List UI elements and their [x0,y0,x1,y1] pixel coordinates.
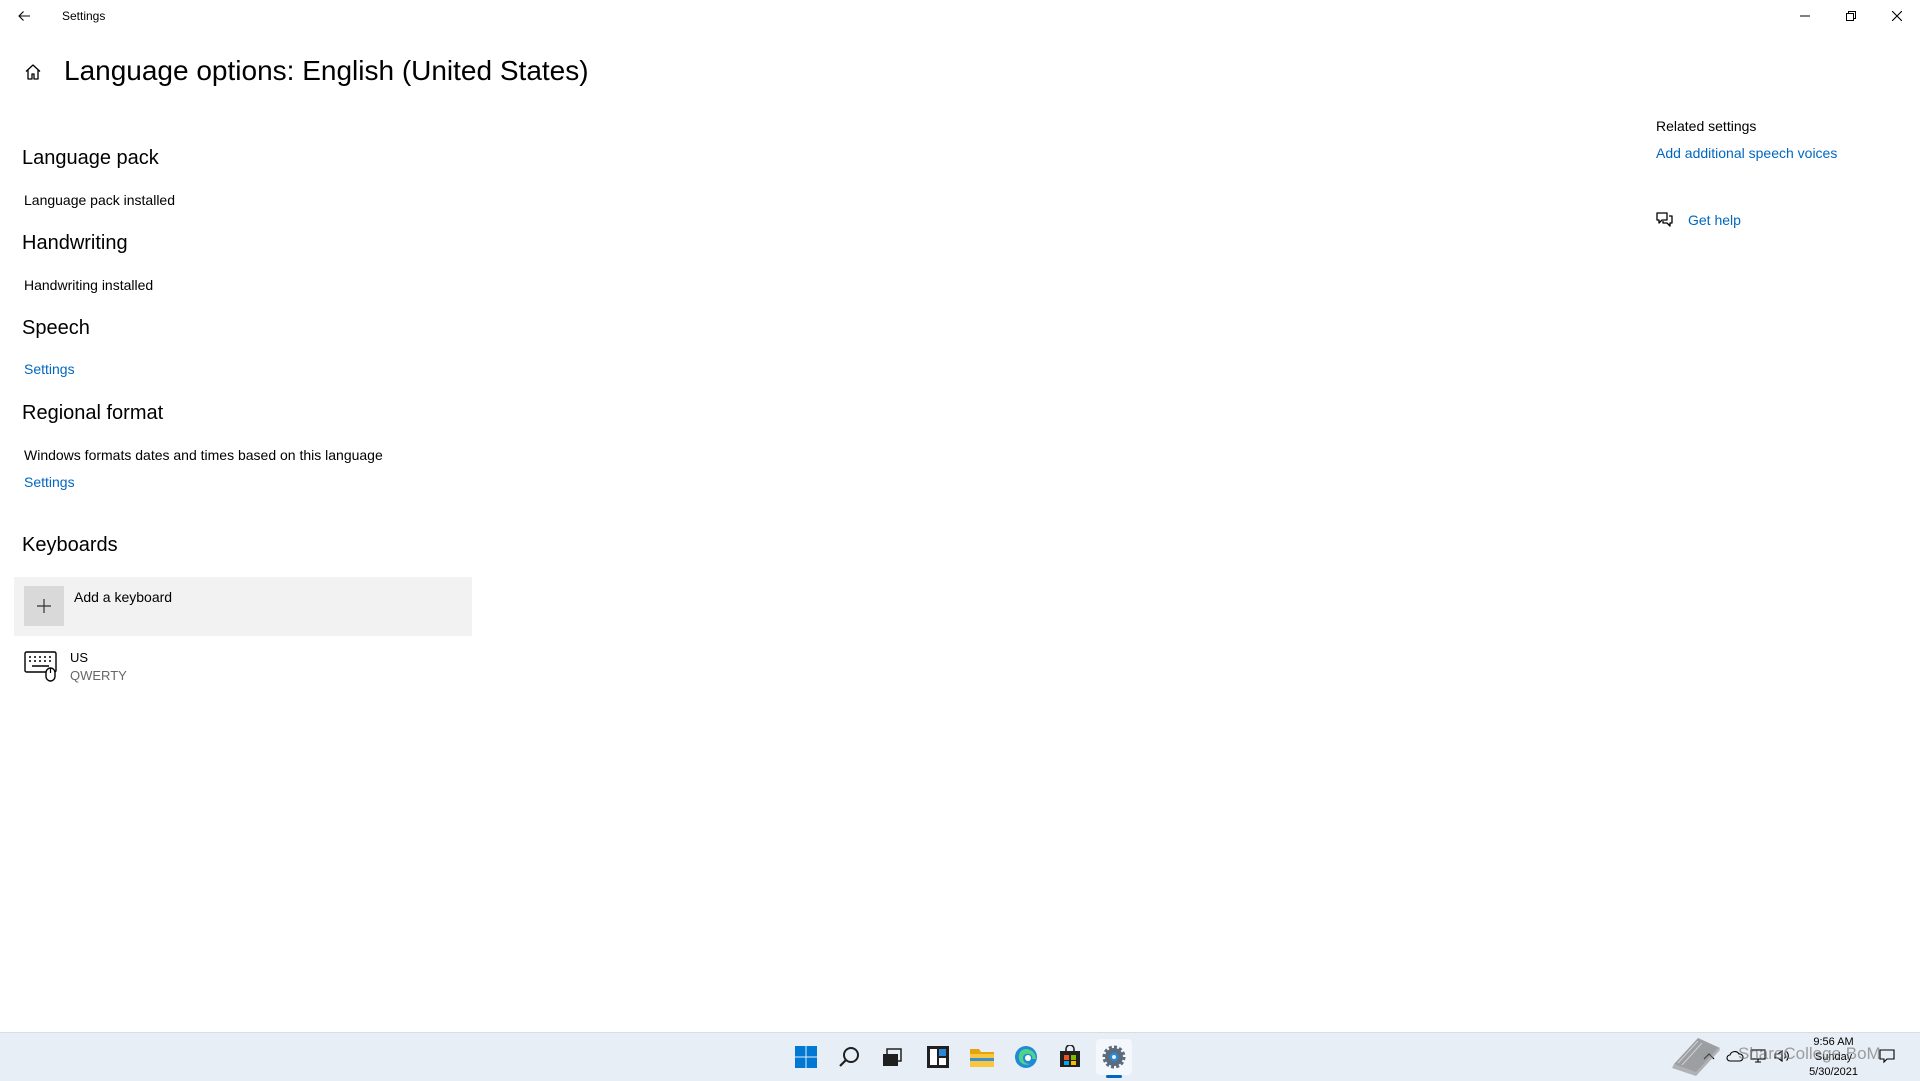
close-icon [1892,11,1902,21]
window-title: Settings [62,9,106,23]
search-icon[interactable] [832,1039,868,1075]
home-icon [25,64,41,80]
regional-format-description: Windows formats dates and times based on… [24,447,383,463]
keyboard-name: US [70,650,89,665]
widgets-icon[interactable] [920,1039,956,1075]
close-button[interactable] [1874,0,1920,32]
add-speech-voices-link[interactable]: Add additional speech voices [1656,145,1837,161]
taskbar [0,1032,1920,1081]
restore-icon [1846,11,1856,21]
start-icon[interactable] [788,1039,824,1075]
home-button[interactable] [18,57,48,87]
plus-icon [24,586,64,626]
handwriting-heading: Handwriting [22,232,128,254]
back-button[interactable] [8,0,40,32]
speech-settings-link[interactable]: Settings [24,361,75,377]
edge-icon[interactable] [1008,1039,1044,1075]
keyboards-heading: Keyboards [22,534,118,556]
restore-button[interactable] [1828,0,1874,32]
page-title: Language options: English (United States… [64,55,589,86]
regional-format-settings-link[interactable]: Settings [24,474,75,490]
handwriting-status: Handwriting installed [24,277,154,293]
add-keyboard-label: Add a keyboard [74,589,173,605]
store-icon[interactable] [1052,1039,1088,1075]
title-bar: Settings [0,0,1920,32]
settings-icon[interactable] [1096,1039,1132,1075]
keyboard-list-item[interactable]: US QWERTY [14,646,472,690]
get-help-icon [1656,212,1673,227]
task-view-icon[interactable] [874,1039,910,1075]
watermark-text: ShareCollege BoM [1738,1044,1881,1063]
keyboard-icon [24,651,57,682]
back-arrow-icon [18,11,30,21]
get-help-link[interactable]: Get help [1688,212,1741,228]
language-pack-heading: Language pack [22,147,159,169]
active-app-indicator [1106,1075,1122,1078]
keyboard-layout: QWERTY [70,668,127,683]
language-pack-status: Language pack installed [24,192,176,208]
speech-heading: Speech [22,317,90,339]
add-keyboard-button[interactable]: Add a keyboard [14,577,472,636]
minimize-button[interactable] [1782,0,1828,32]
regional-format-heading: Regional format [22,402,164,424]
watermark-book-icon [1672,1038,1720,1076]
clock-date: 5/30/2021 [1809,1066,1858,1078]
minimize-icon [1800,15,1810,17]
file-explorer-icon[interactable] [964,1039,1000,1075]
related-settings-heading: Related settings [1656,118,1757,134]
